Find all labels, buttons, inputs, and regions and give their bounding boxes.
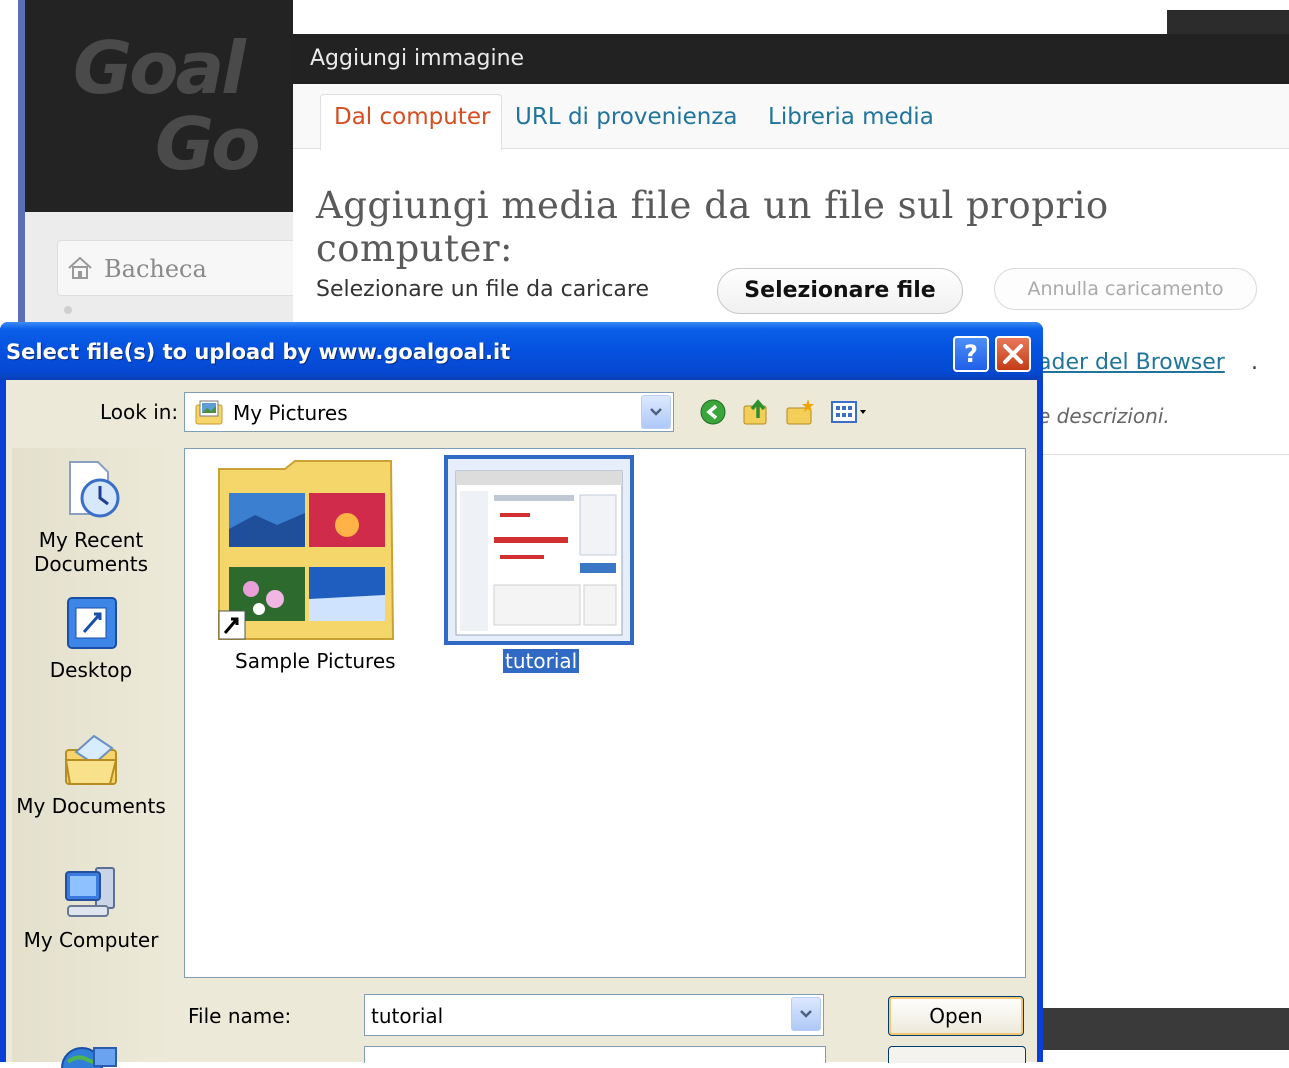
list-item-sample-pictures[interactable]	[215, 459, 397, 645]
new-folder-icon[interactable]	[784, 396, 818, 428]
wp-site-header: Goal Go	[25, 0, 293, 212]
desktop-icon	[67, 597, 117, 649]
dropdown-arrow[interactable]	[791, 997, 821, 1031]
place-label: My Documents	[16, 794, 166, 818]
link-suffix: .	[1251, 350, 1258, 375]
place-desktop[interactable]: Desktop	[12, 594, 170, 682]
chevron-down-icon	[650, 408, 662, 416]
file-name-value: tutorial	[371, 1004, 444, 1028]
place-label: Desktop	[49, 658, 133, 682]
file-name-label: Sample Pictures	[235, 649, 396, 673]
look-in-label: Look in:	[100, 400, 179, 424]
dialog-title: Select file(s) to upload by www.goalgoal…	[6, 340, 511, 364]
close-button[interactable]	[995, 336, 1031, 372]
sidebar-bullet	[64, 306, 72, 314]
modal-bottom-bar	[1040, 1008, 1289, 1050]
help-button[interactable]: ?	[953, 336, 989, 372]
close-icon	[1003, 344, 1023, 364]
place-my-computer[interactable]: My Computer	[12, 862, 170, 952]
places-bar: My Recent Documents Desktop My Documents	[12, 448, 170, 1062]
wp-admin-bar-fragment	[1167, 10, 1289, 36]
look-in-value: My Pictures	[233, 401, 348, 425]
modal-title: Aggiungi immagine	[310, 46, 525, 71]
modal-titlebar: Aggiungi immagine	[293, 34, 1289, 84]
tab-libreria-media[interactable]: Libreria media	[768, 104, 934, 130]
image-thumbnail-icon	[444, 455, 634, 645]
look-in-dropdown[interactable]: My Pictures	[184, 392, 674, 432]
open-button[interactable]: Open	[888, 996, 1024, 1036]
site-logo-line1: Goal	[73, 26, 246, 110]
select-file-label: Selezionare un file da caricare	[316, 277, 650, 302]
dropdown-arrow[interactable]	[641, 395, 671, 429]
wp-accent-line	[18, 0, 25, 330]
file-name-field-label: File name:	[188, 1004, 292, 1028]
my-computer-icon	[65, 867, 115, 917]
select-file-button[interactable]: Selezionare file	[717, 268, 963, 314]
place-my-documents[interactable]: My Documents	[12, 730, 170, 818]
network-places-icon[interactable]	[58, 1042, 120, 1068]
site-logo-line2: Go	[155, 102, 261, 186]
place-label: My Recent Documents	[33, 528, 149, 576]
my-documents-icon	[64, 734, 118, 785]
browser-uploader-link[interactable]: ader del Browser	[1038, 350, 1225, 375]
list-item-tutorial[interactable]	[444, 455, 634, 645]
home-icon	[68, 256, 92, 279]
dialog-client-area: Look in: My Pictures My Recent Documents…	[6, 380, 1037, 1068]
place-label: My Computer	[23, 928, 159, 952]
file-name-label-selected: tutorial	[503, 649, 580, 673]
divider	[1035, 454, 1289, 455]
sidebar-item-label: Bacheca	[104, 255, 207, 283]
place-my-recent-documents[interactable]: My Recent Documents	[12, 458, 170, 576]
dialog-titlebar[interactable]: Select file(s) to upload by www.goalgoal…	[0, 322, 1043, 380]
file-list: Sample Pictures tutorial	[184, 448, 1026, 978]
cancel-upload-button[interactable]: Annulla caricamento	[994, 268, 1257, 310]
file-name-field[interactable]: tutorial	[364, 994, 824, 1036]
back-icon[interactable]	[696, 396, 730, 428]
pictures-folder-icon	[195, 400, 223, 425]
folder-shortcut-icon	[218, 460, 395, 640]
up-folder-icon[interactable]	[740, 396, 774, 428]
views-menu-icon[interactable]	[828, 396, 872, 428]
page-title: Aggiungi media file da un file sul propr…	[316, 184, 1109, 270]
chevron-down-icon	[800, 1010, 812, 1018]
recent-documents-icon	[69, 461, 120, 518]
file-upload-dialog: Select file(s) to upload by www.goalgoal…	[0, 322, 1043, 1068]
tab-dal-computer[interactable]: Dal computer	[334, 104, 490, 130]
cancel-button[interactable]	[888, 1046, 1026, 1063]
tab-url-provenienza[interactable]: URL di provenienza	[515, 104, 738, 130]
files-of-type-dropdown[interactable]	[364, 1046, 826, 1063]
description-note: e descrizioni.	[1038, 404, 1170, 428]
